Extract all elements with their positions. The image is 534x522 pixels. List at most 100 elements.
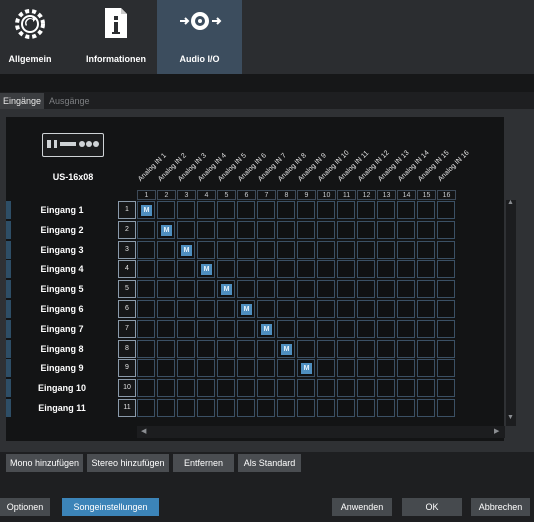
matrix-cell[interactable] <box>297 320 315 338</box>
matrix-cell[interactable] <box>277 280 295 298</box>
matrix-cell[interactable] <box>437 379 455 397</box>
matrix-cell[interactable] <box>157 260 175 278</box>
scroll-right-icon[interactable]: ▶ <box>494 427 499 435</box>
matrix-cell[interactable] <box>177 260 195 278</box>
matrix-cell[interactable] <box>377 399 395 417</box>
matrix-cell[interactable] <box>317 359 335 377</box>
mono-assignment-marker[interactable]: M <box>281 344 292 355</box>
matrix-cell[interactable] <box>377 320 395 338</box>
matrix-cell[interactable] <box>237 379 255 397</box>
matrix-cell[interactable] <box>217 320 235 338</box>
apply-button[interactable]: Anwenden <box>332 498 392 516</box>
matrix-cell[interactable]: M <box>297 359 315 377</box>
song-settings-button[interactable]: Songeinstellungen <box>62 498 159 516</box>
matrix-cell[interactable] <box>337 260 355 278</box>
matrix-cell[interactable]: M <box>257 320 275 338</box>
matrix-cell[interactable] <box>317 260 335 278</box>
matrix-cell[interactable] <box>257 359 275 377</box>
matrix-cell[interactable] <box>217 260 235 278</box>
matrix-cell[interactable] <box>177 201 195 219</box>
matrix-cell[interactable] <box>417 280 435 298</box>
remove-button[interactable]: Entfernen <box>173 454 234 472</box>
matrix-cell[interactable] <box>357 201 375 219</box>
matrix-cell[interactable] <box>297 340 315 358</box>
matrix-cell[interactable] <box>437 201 455 219</box>
matrix-cell[interactable] <box>397 241 415 259</box>
matrix-cell[interactable] <box>277 399 295 417</box>
matrix-cell[interactable] <box>157 320 175 338</box>
matrix-cell[interactable] <box>357 300 375 318</box>
scroll-down-icon[interactable]: ▼ <box>507 414 514 421</box>
matrix-cell[interactable]: M <box>197 260 215 278</box>
matrix-cell[interactable] <box>437 320 455 338</box>
matrix-cell[interactable] <box>177 320 195 338</box>
matrix-cell[interactable] <box>237 221 255 239</box>
matrix-cell[interactable] <box>397 359 415 377</box>
mono-assignment-marker[interactable]: M <box>301 363 312 374</box>
matrix-cell[interactable] <box>397 280 415 298</box>
matrix-cell[interactable] <box>237 280 255 298</box>
mono-assignment-marker[interactable]: M <box>141 205 152 216</box>
matrix-cell[interactable] <box>217 399 235 417</box>
mono-assignment-marker[interactable]: M <box>181 245 192 256</box>
matrix-cell[interactable] <box>397 379 415 397</box>
matrix-cell[interactable] <box>237 260 255 278</box>
matrix-cell[interactable] <box>197 359 215 377</box>
matrix-cell[interactable] <box>237 359 255 377</box>
matrix-cell[interactable] <box>417 340 435 358</box>
matrix-cell[interactable] <box>157 399 175 417</box>
matrix-cell[interactable] <box>257 379 275 397</box>
tab-audio-io[interactable]: Audio I/O <box>157 0 242 74</box>
matrix-cell[interactable] <box>177 280 195 298</box>
matrix-cell[interactable]: M <box>177 241 195 259</box>
matrix-cell[interactable] <box>137 221 155 239</box>
matrix-cell[interactable] <box>157 379 175 397</box>
matrix-cell[interactable] <box>437 260 455 278</box>
matrix-cell[interactable] <box>377 241 395 259</box>
tab-outputs[interactable]: Ausgänge <box>46 93 93 109</box>
matrix-cell[interactable] <box>137 300 155 318</box>
matrix-cell[interactable] <box>197 399 215 417</box>
matrix-cell[interactable] <box>417 320 435 338</box>
matrix-cell[interactable] <box>277 260 295 278</box>
matrix-cell[interactable] <box>337 221 355 239</box>
scroll-up-icon[interactable]: ▲ <box>507 199 514 206</box>
matrix-cell[interactable] <box>277 320 295 338</box>
matrix-cell[interactable] <box>417 300 435 318</box>
matrix-cell[interactable] <box>417 201 435 219</box>
matrix-cell[interactable] <box>297 300 315 318</box>
matrix-cell[interactable] <box>177 399 195 417</box>
matrix-cell[interactable] <box>317 379 335 397</box>
matrix-cell[interactable] <box>337 280 355 298</box>
matrix-cell[interactable] <box>277 379 295 397</box>
matrix-cell[interactable] <box>277 201 295 219</box>
matrix-cell[interactable] <box>417 399 435 417</box>
matrix-cell[interactable] <box>197 280 215 298</box>
matrix-cell[interactable] <box>317 241 335 259</box>
vertical-scrollbar[interactable]: ▲ ▼ <box>506 199 516 426</box>
matrix-cell[interactable] <box>137 379 155 397</box>
scroll-left-icon[interactable]: ◀ <box>141 427 146 435</box>
matrix-cell[interactable]: M <box>137 201 155 219</box>
matrix-cell[interactable] <box>377 201 395 219</box>
matrix-cell[interactable] <box>237 399 255 417</box>
matrix-cell[interactable] <box>357 280 375 298</box>
matrix-cell[interactable] <box>297 399 315 417</box>
matrix-cell[interactable] <box>397 399 415 417</box>
matrix-cell[interactable] <box>357 359 375 377</box>
matrix-cell[interactable] <box>337 379 355 397</box>
matrix-cell[interactable] <box>317 399 335 417</box>
matrix-cell[interactable] <box>217 300 235 318</box>
matrix-cell[interactable] <box>257 280 275 298</box>
matrix-cell[interactable] <box>137 260 155 278</box>
ok-button[interactable]: OK <box>402 498 462 516</box>
matrix-cell[interactable] <box>277 359 295 377</box>
add-mono-button[interactable]: Mono hinzufügen <box>6 454 83 472</box>
matrix-cell[interactable] <box>437 340 455 358</box>
matrix-cell[interactable] <box>217 340 235 358</box>
matrix-cell[interactable] <box>157 241 175 259</box>
matrix-cell[interactable] <box>177 221 195 239</box>
matrix-cell[interactable] <box>257 221 275 239</box>
matrix-cell[interactable] <box>317 201 335 219</box>
matrix-cell[interactable] <box>277 300 295 318</box>
